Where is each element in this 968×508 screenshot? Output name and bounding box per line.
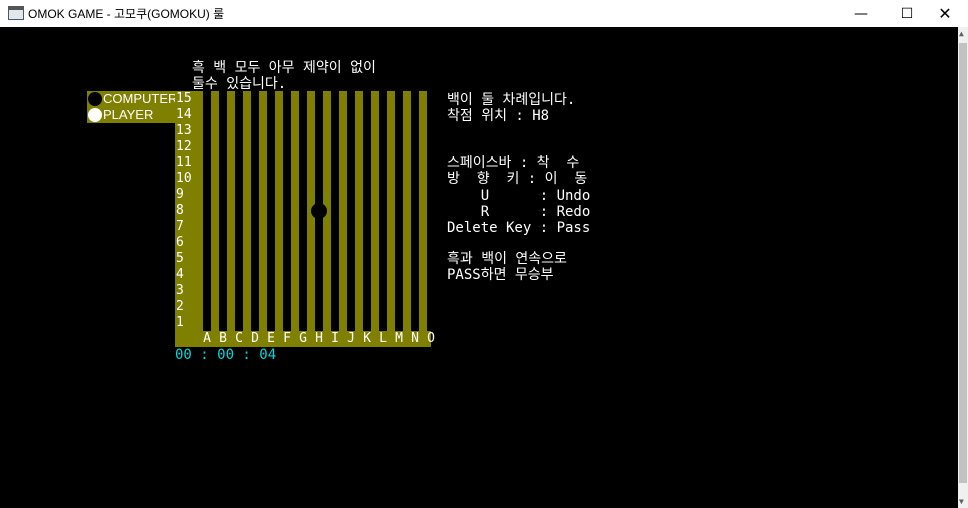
black-stone-icon <box>311 203 327 219</box>
column-label: B <box>219 331 227 346</box>
column-label: J <box>347 331 355 346</box>
board-column-line <box>395 91 403 331</box>
legend-player-label: PLAYER <box>103 107 154 122</box>
column-label: L <box>379 331 387 346</box>
board-column-line <box>251 91 259 331</box>
column-label: O <box>427 331 435 346</box>
column-label: M <box>395 331 403 346</box>
column-label: E <box>267 331 275 346</box>
board-column-line <box>267 91 275 331</box>
row-label: 14 <box>176 107 192 122</box>
board-column-line <box>427 91 435 331</box>
board-column-line <box>283 91 291 331</box>
board-column-line <box>347 91 355 331</box>
gomoku-board[interactable]: 15 14 13 12 11 10 9 8 7 6 5 4 3 2 1 A B C D E F G H I J K L M N O <box>175 91 435 347</box>
legend-computer: COMPUTER <box>87 91 178 107</box>
scroll-down-icon[interactable]: ▼ <box>959 497 964 506</box>
scroll-up-icon[interactable]: ▲ <box>959 29 964 38</box>
column-label: K <box>363 331 371 346</box>
game-timer: 00 : 00 : 04 <box>175 347 277 363</box>
window-title: OMOK GAME - 고모쿠(GOMOKU) 룰 <box>28 7 225 21</box>
note-line-2: PASS하면 무승부 <box>447 267 554 283</box>
help-line-redo: R : Redo <box>447 204 591 220</box>
column-label: G <box>299 331 307 346</box>
title-bar: OMOK GAME - 고모쿠(GOMOKU) 룰 — ☐ ✕ <box>0 0 968 28</box>
board-column-line <box>203 91 211 331</box>
board-column-line <box>235 91 243 331</box>
rule-text-line-1: 흑 백 모두 아무 제약이 없이 <box>192 60 376 76</box>
board-column-line <box>363 91 371 331</box>
row-label: 9 <box>176 187 184 202</box>
white-stone-icon <box>88 108 102 122</box>
help-line-undo: U : Undo <box>447 188 591 204</box>
row-label: 8 <box>176 203 184 218</box>
rule-text-line-2: 둘수 있습니다. <box>192 76 287 92</box>
position-status: 착점 위치 : H8 <box>447 108 550 124</box>
column-label: F <box>283 331 291 346</box>
board-column-line <box>379 91 387 331</box>
board-column-line <box>219 91 227 331</box>
row-label: 15 <box>176 91 192 106</box>
close-button[interactable]: ✕ <box>922 0 968 27</box>
row-label: 13 <box>176 123 192 138</box>
legend-computer-label: COMPUTER <box>103 91 178 106</box>
row-label: 12 <box>176 139 192 154</box>
column-label: C <box>235 331 243 346</box>
black-stone-icon <box>88 92 102 106</box>
help-line-space: 스페이스바 : 착 수 <box>447 155 580 171</box>
row-label: 11 <box>176 155 192 170</box>
row-label: 4 <box>176 267 184 282</box>
minimize-button[interactable]: — <box>838 0 884 27</box>
column-label: N <box>411 331 419 346</box>
vertical-scrollbar[interactable]: ▲ ▼ <box>958 27 968 508</box>
turn-status: 백이 둘 차례입니다. <box>447 92 576 108</box>
column-label: A <box>203 331 211 346</box>
column-label: I <box>331 331 339 346</box>
board-column-line <box>411 91 419 331</box>
row-label: 2 <box>176 299 184 314</box>
console-app-icon <box>8 6 24 20</box>
column-label: D <box>251 331 259 346</box>
row-label: 3 <box>176 283 184 298</box>
help-line-pass: Delete Key : Pass <box>447 220 591 236</box>
row-label: 5 <box>176 251 184 266</box>
board-column-line <box>299 91 307 331</box>
column-label: H <box>315 331 323 346</box>
note-line-1: 흑과 백이 연속으로 <box>447 251 567 267</box>
help-line-arrows: 방 향 키 : 이 동 <box>447 171 588 187</box>
scroll-thumb[interactable] <box>959 43 967 483</box>
row-label: 1 <box>176 315 184 330</box>
row-label: 10 <box>176 171 192 186</box>
board-column-line <box>331 91 339 331</box>
row-label: 6 <box>176 235 184 250</box>
legend-player: PLAYER <box>87 107 176 123</box>
row-label: 7 <box>176 219 184 234</box>
